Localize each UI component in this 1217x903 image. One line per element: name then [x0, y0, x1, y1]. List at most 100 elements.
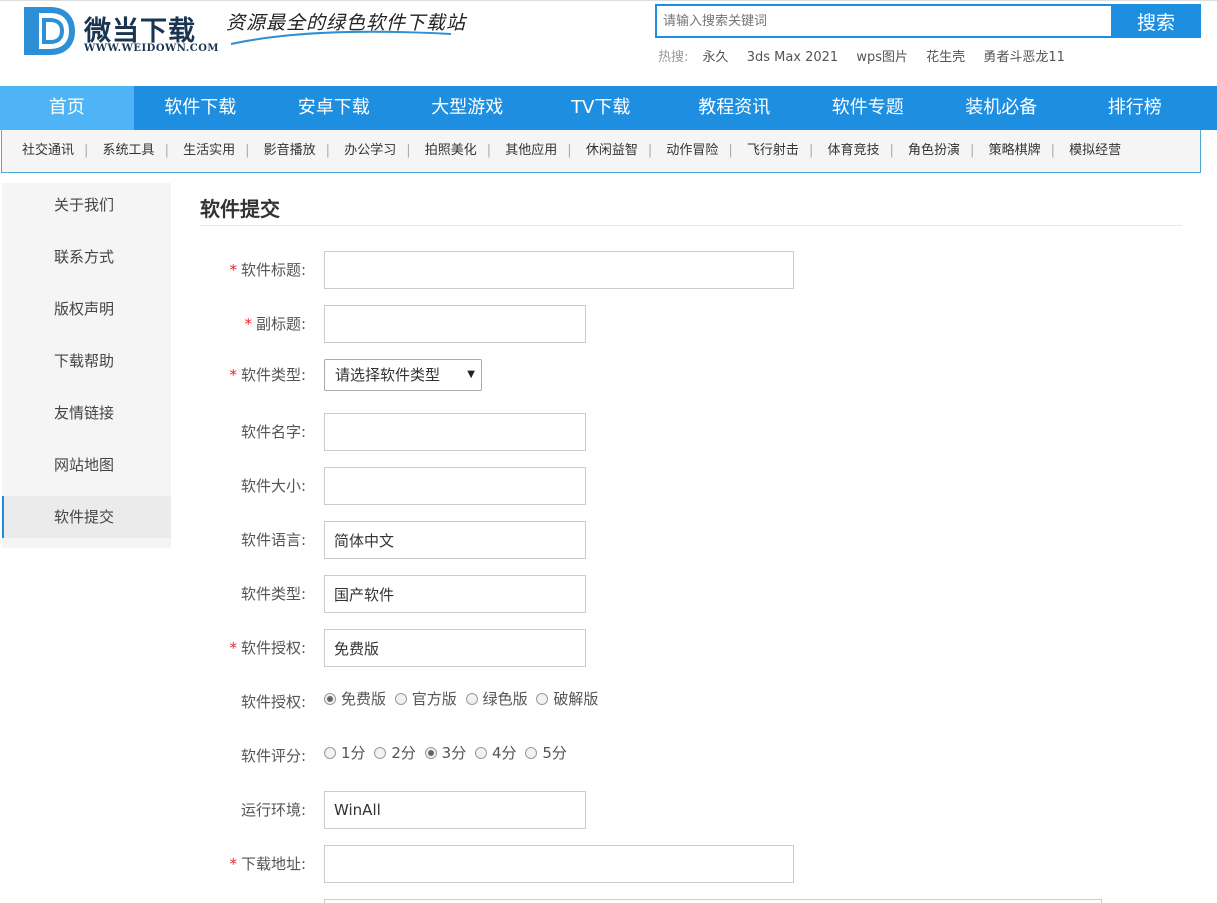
form-row-type: 软件类型: [200, 575, 1182, 613]
nav-item-software[interactable]: 软件下载 [134, 86, 268, 130]
required-mark: * [229, 639, 237, 657]
nav-item-tv[interactable]: TV下载 [534, 86, 668, 130]
radio-icon[interactable] [324, 747, 336, 759]
subnav-item[interactable]: 社交通讯 [22, 130, 74, 172]
slogan: 资源最全的绿色软件下载站 [226, 6, 466, 48]
download-label: 下载地址: [240, 855, 306, 873]
nav-item-games[interactable]: 大型游戏 [401, 86, 535, 130]
sidebar-item-sitemap[interactable]: 网站地图 [2, 443, 171, 495]
subnav-item[interactable]: 飞行射击 [747, 130, 799, 172]
license-option-free[interactable]: 免费版 [324, 683, 386, 715]
language-input[interactable] [324, 521, 586, 559]
chevron-down-icon: ▼ [467, 369, 475, 380]
radio-label: 1分 [341, 744, 366, 762]
field-label: 软件评分: [240, 747, 306, 765]
hot-keyword[interactable]: 永久 [703, 50, 729, 65]
subnav-item[interactable]: 影音播放 [264, 130, 316, 172]
license-option-cracked[interactable]: 破解版 [536, 683, 598, 715]
subnav-item[interactable]: 模拟经营 [1069, 130, 1121, 172]
radio-label: 免费版 [341, 690, 387, 708]
rating-option-2[interactable]: 2分 [374, 737, 416, 769]
radio-icon[interactable] [536, 693, 549, 705]
radio-checked-icon[interactable] [324, 693, 336, 705]
license-option-official[interactable]: 官方版 [394, 683, 457, 715]
nav-item-topics[interactable]: 软件专题 [801, 86, 935, 130]
radio-icon[interactable] [474, 747, 487, 759]
subnav-item[interactable]: 动作冒险 [666, 130, 718, 172]
sidebar-item-links[interactable]: 友情链接 [2, 391, 171, 443]
subnav-separator: | [1050, 143, 1055, 158]
description-textarea[interactable] [324, 899, 1102, 903]
field-label: * 软件标题: [200, 251, 306, 289]
hot-searches: 热搜: 永久 3ds Max 2021 wps图片 花生壳 勇者斗恶龙11 [658, 46, 1079, 65]
logo-url: WWW.WEIDOWN.COM [84, 43, 219, 54]
form-row-license: * 软件授权: [200, 629, 1182, 667]
category-selected: 请选择软件类型 [335, 366, 441, 384]
radio-label: 2分 [391, 744, 416, 762]
nav-item-essentials[interactable]: 装机必备 [935, 86, 1069, 130]
field-label: 软件大小: [240, 477, 306, 495]
subnav-item[interactable]: 休闲益智 [586, 130, 638, 172]
subnav-item[interactable]: 体育竞技 [827, 130, 879, 172]
subnav-separator: | [325, 143, 331, 158]
nav-item-android[interactable]: 安卓下载 [267, 86, 401, 130]
license-option-green[interactable]: 绿色版 [465, 683, 528, 715]
sidebar-item-copyright[interactable]: 版权声明 [2, 287, 171, 339]
search-button[interactable]: 搜索 [1111, 4, 1201, 38]
sidebar-item-about[interactable]: 关于我们 [2, 183, 171, 235]
hot-keyword[interactable]: 3ds Max 2021 [747, 50, 839, 65]
title-input[interactable] [324, 251, 794, 289]
sidebar-item-help[interactable]: 下载帮助 [2, 339, 171, 391]
radio-icon[interactable] [465, 693, 478, 705]
download-input[interactable] [324, 845, 794, 883]
subnav-separator: | [728, 143, 733, 158]
nav-item-home[interactable]: 首页 [0, 86, 134, 130]
hot-keyword[interactable]: 花生壳 [926, 50, 965, 65]
subnav-separator: | [84, 143, 89, 158]
type-input[interactable] [324, 575, 586, 613]
required-mark: * [229, 366, 237, 384]
subnav-item[interactable]: 其他应用 [505, 130, 557, 172]
site-header: 微当下载 WWW.WEIDOWN.COM 资源最全的绿色软件下载站 搜索 热搜:… [0, 0, 1217, 86]
subnav-item[interactable]: 办公学习 [344, 130, 396, 172]
subtitle-input[interactable] [324, 305, 586, 343]
radio-icon[interactable] [525, 747, 538, 759]
category-select[interactable]: 请选择软件类型 ▼ [324, 359, 482, 391]
radio-checked-icon[interactable] [424, 747, 437, 759]
rating-option-3[interactable]: 3分 [424, 737, 467, 769]
hot-keyword[interactable]: 勇者斗恶龙11 [983, 50, 1065, 65]
subnav-item[interactable]: 系统工具 [103, 130, 155, 172]
subnav-separator: | [406, 143, 411, 158]
license-input[interactable] [324, 629, 586, 667]
search-bar: 搜索 [655, 4, 1201, 38]
subnav-item[interactable]: 生活实用 [183, 130, 235, 172]
env-input[interactable] [324, 791, 586, 829]
rating-option-1[interactable]: 1分 [324, 737, 366, 769]
field-label: * 软件授权: [200, 629, 306, 667]
rating-radio-group: 1分 2分 3分 4分 5分 [324, 737, 571, 775]
subnav-separator: | [164, 143, 169, 158]
field-label: 软件语言: [240, 531, 306, 549]
sidebar-item-submit[interactable]: 软件提交 [2, 496, 171, 538]
subnav-item[interactable]: 角色扮演 [908, 130, 960, 172]
hot-keyword[interactable]: wps图片 [856, 50, 908, 65]
rating-option-5[interactable]: 5分 [525, 737, 567, 769]
site-logo[interactable]: 微当下载 WWW.WEIDOWN.COM [22, 6, 218, 58]
radio-label: 3分 [441, 744, 467, 762]
license-radio-group: 免费版 官方版 绿色版 破解版 [324, 683, 602, 721]
main-nav: 首页 软件下载 安卓下载 大型游戏 TV下载 教程资讯 软件专题 装机必备 排行… [0, 86, 1217, 130]
size-input[interactable] [324, 467, 586, 505]
sidebar-item-contact[interactable]: 联系方式 [2, 235, 171, 287]
radio-icon[interactable] [374, 747, 387, 759]
radio-icon[interactable] [394, 693, 407, 705]
nav-item-tutorials[interactable]: 教程资讯 [668, 86, 802, 130]
slogan-swoosh-icon [230, 30, 452, 45]
rating-option-4[interactable]: 4分 [474, 737, 517, 769]
search-input[interactable] [655, 4, 1111, 38]
field-label: 运行环境: [240, 801, 306, 819]
name-input[interactable] [324, 413, 586, 451]
required-mark: * [244, 315, 252, 333]
nav-item-ranking[interactable]: 排行榜 [1068, 86, 1202, 130]
subnav-item[interactable]: 策略棋牌 [989, 130, 1041, 172]
subnav-item[interactable]: 拍照美化 [425, 130, 477, 172]
